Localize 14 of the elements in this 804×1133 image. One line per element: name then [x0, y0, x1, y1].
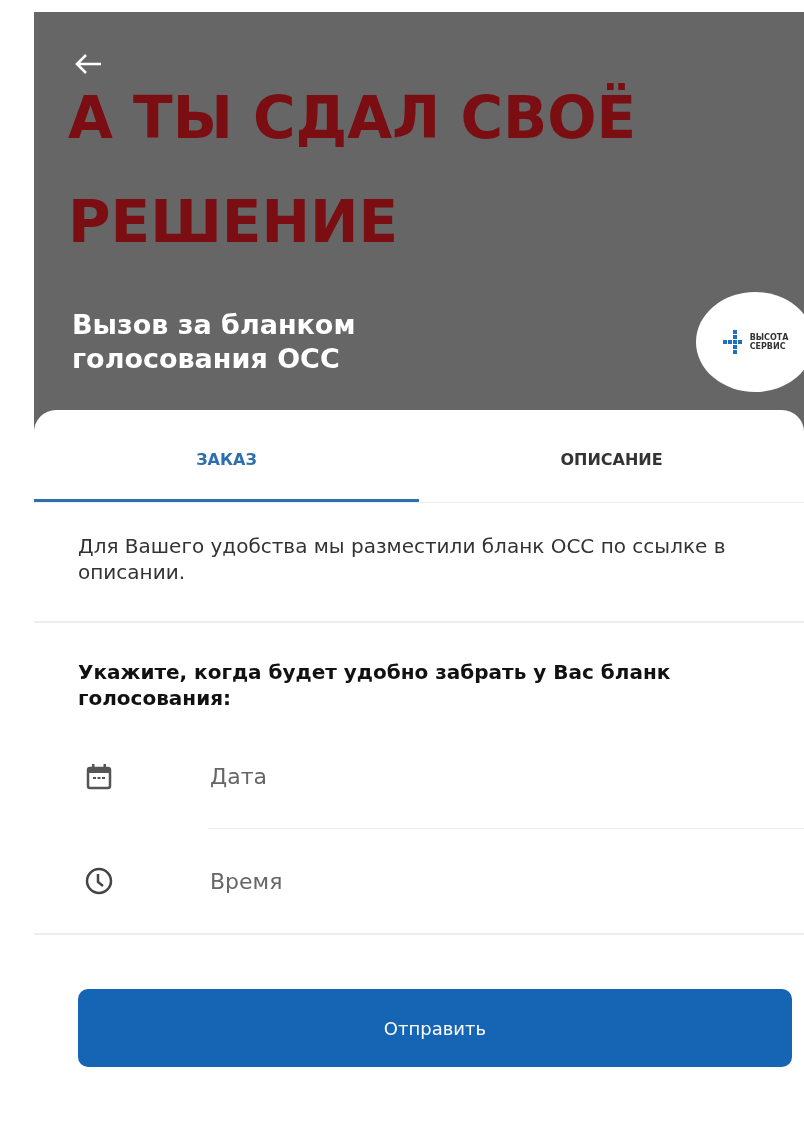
- logo-text: ВЫСОТА: [749, 333, 789, 342]
- page-title: Вызов за бланком: [72, 308, 356, 342]
- back-arrow-icon: [73, 52, 103, 76]
- clock-icon: [84, 866, 114, 896]
- page-subtitle: голосования ОСС: [72, 342, 341, 376]
- banner-text: РЕШЕНИЕ: [68, 187, 400, 258]
- tab[interactable]: ЗАКАЗ: [34, 410, 419, 502]
- info-text: Для Вашего удобства мы разместили бланк ОСС по ссылке в описании.: [77, 533, 727, 586]
- calendar-icon: [84, 762, 114, 792]
- logo-text: СЕРВИС: [749, 342, 787, 351]
- banner-text: А ТЫ СДАЛ СВОЁ: [68, 82, 638, 154]
- tab[interactable]: ОПИСАНИЕ: [419, 410, 804, 502]
- submit-button[interactable]: Отправить: [78, 989, 792, 1067]
- question-text: Укажите, когда будет удобно забрать у Вас бланк голосования:: [77, 659, 672, 712]
